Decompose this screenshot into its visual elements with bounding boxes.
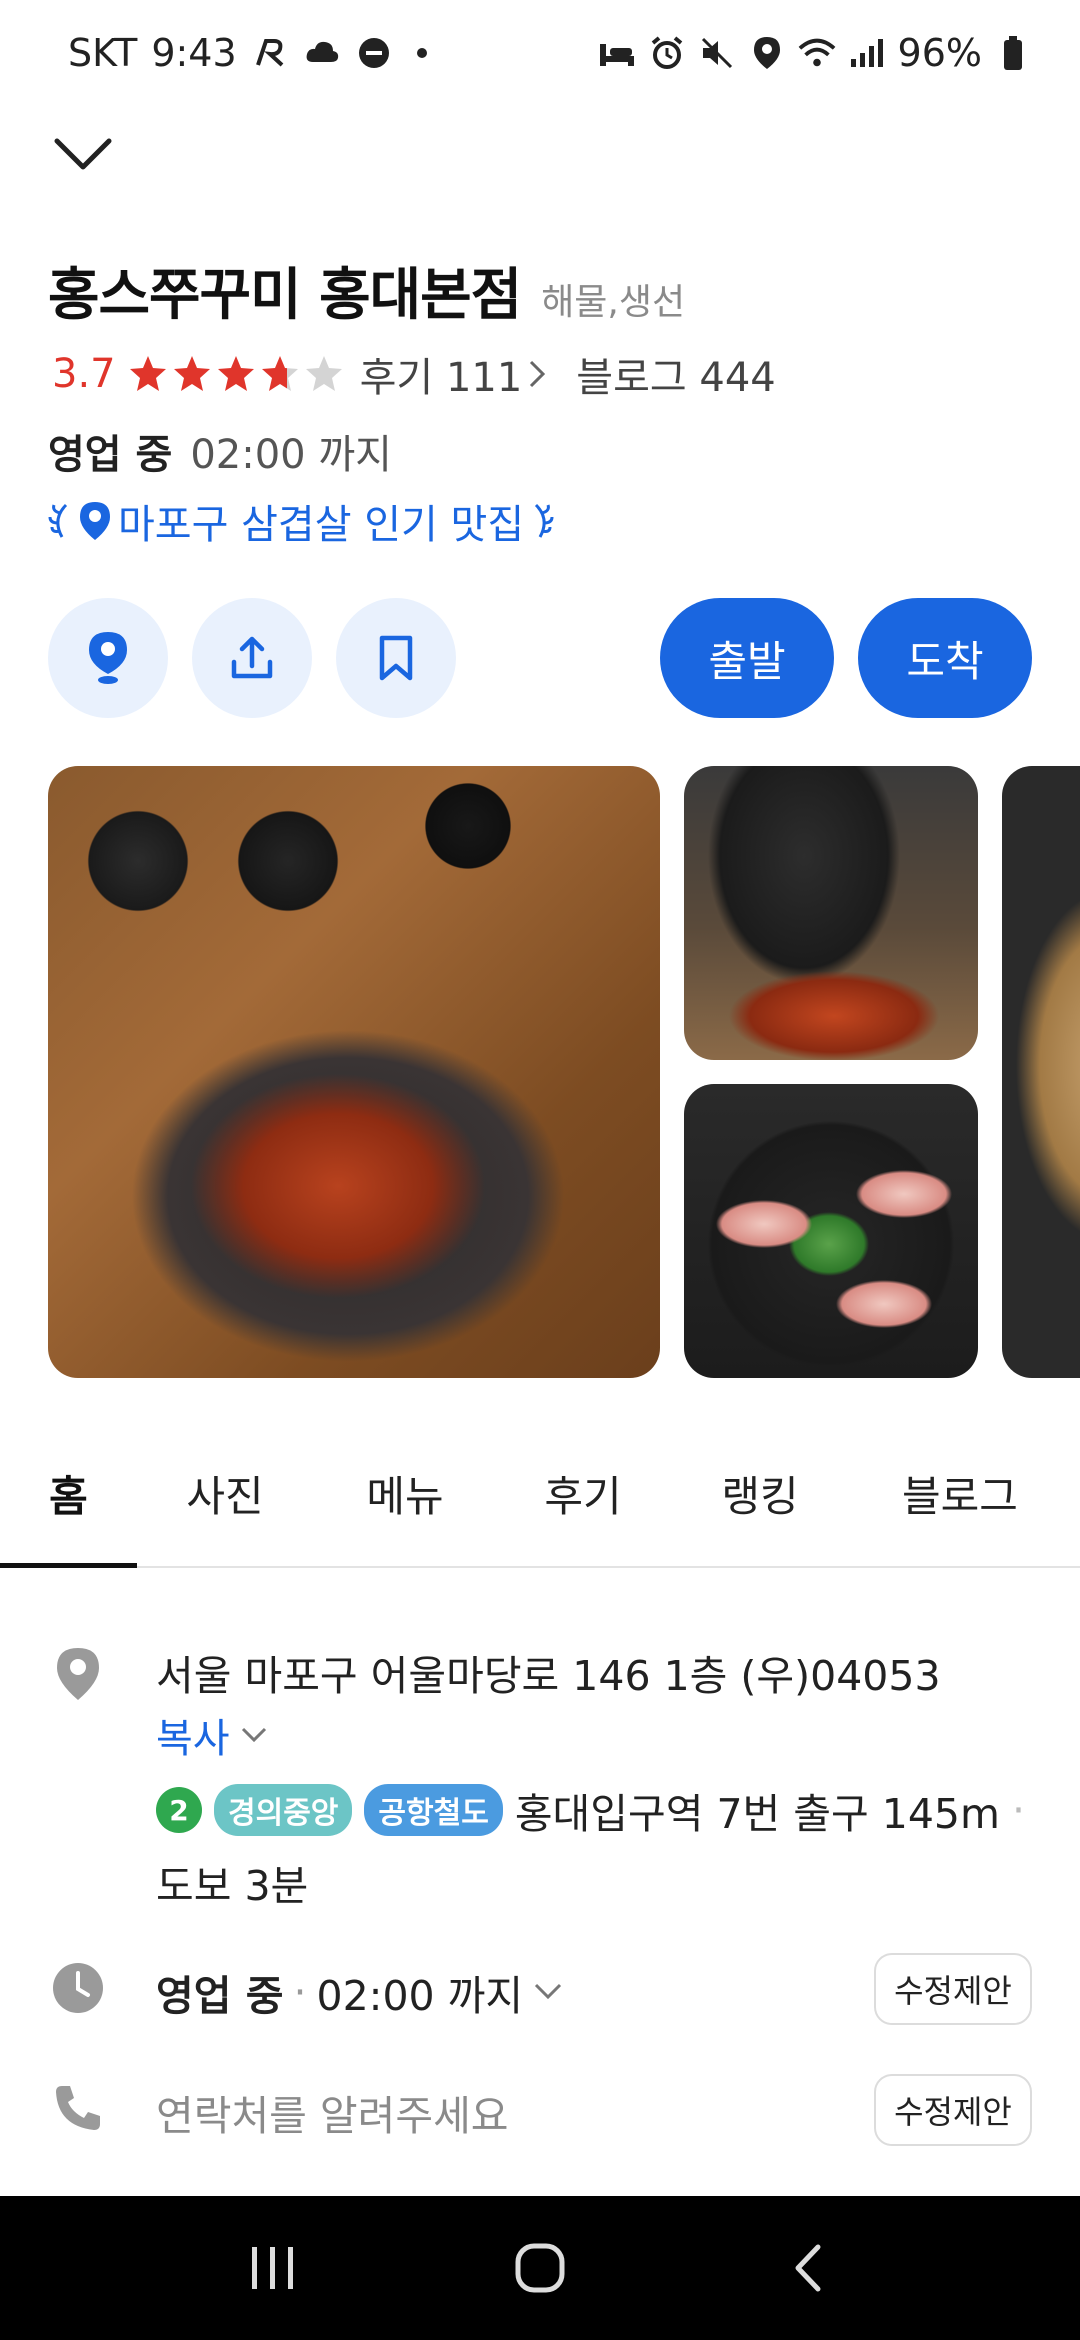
system-nav-bar bbox=[0, 2196, 1080, 2340]
map-pin-icon bbox=[89, 632, 127, 684]
place-category: 해물,생선 bbox=[541, 282, 686, 323]
review-label: 후기 111 bbox=[359, 355, 523, 401]
line-tag-airport: 공항철도 bbox=[364, 1784, 503, 1836]
wifi-icon bbox=[798, 34, 836, 72]
rating-row: 3.7 후기 111 블로그 444 bbox=[52, 345, 776, 403]
more-notifications-dot bbox=[416, 47, 427, 58]
share-button[interactable] bbox=[192, 598, 312, 718]
tab-reviews[interactable]: 후기 bbox=[518, 1418, 648, 1568]
tab-ranking[interactable]: 랭킹 bbox=[695, 1418, 825, 1568]
location-pin-icon bbox=[48, 1644, 108, 1704]
phone-icon bbox=[48, 2078, 108, 2138]
clock-icon bbox=[48, 1958, 108, 2018]
hours-open-status: 영업 중 bbox=[156, 1972, 284, 2020]
photo-thumb-3[interactable] bbox=[1002, 766, 1080, 1378]
mute-icon bbox=[698, 34, 736, 72]
hours-separator: · bbox=[293, 1968, 307, 2016]
award-badge[interactable]: 마포구 삼겹살 인기 맛집 bbox=[48, 492, 554, 550]
chevron-down-icon bbox=[54, 138, 112, 170]
dnd-icon bbox=[355, 34, 393, 72]
clock: 9:43 bbox=[151, 30, 237, 75]
signal-icon bbox=[848, 34, 886, 72]
tab-blog[interactable]: 블로그 bbox=[880, 1418, 1040, 1568]
chevron-right-icon bbox=[530, 360, 546, 388]
open-status: 영업 중 bbox=[48, 432, 173, 478]
chevron-down-icon bbox=[535, 1983, 562, 2000]
cloud-icon bbox=[303, 34, 341, 72]
laurel-left-icon bbox=[48, 503, 68, 538]
recents-icon bbox=[252, 2247, 294, 2289]
star-icon bbox=[129, 356, 166, 391]
collapse-button[interactable] bbox=[48, 125, 118, 185]
battery-icon bbox=[994, 34, 1032, 72]
close-time: 02:00 까지 bbox=[190, 432, 392, 478]
laurel-right-icon bbox=[535, 503, 554, 538]
app-notification-icon bbox=[251, 34, 289, 72]
share-icon bbox=[231, 636, 273, 679]
tab-bar: 홈 사진 메뉴 후기 랭킹 블로그 bbox=[0, 1418, 1080, 1568]
alarm-icon bbox=[648, 34, 686, 72]
chevron-down-icon bbox=[241, 1727, 266, 1743]
hours-until: 02:00 까지 bbox=[316, 1972, 524, 2020]
suggest-edit-hours-button[interactable]: 수정제안 bbox=[874, 1953, 1032, 2025]
star-icon bbox=[173, 356, 210, 391]
arrive-button[interactable]: 도착 bbox=[858, 598, 1032, 718]
separator-dot: · bbox=[1011, 1786, 1025, 1834]
tab-home[interactable]: 홈 bbox=[0, 1418, 137, 1568]
location-icon bbox=[748, 34, 786, 72]
sleep-icon bbox=[598, 34, 636, 72]
map-pin-icon bbox=[80, 502, 110, 540]
photo-thumb-2[interactable] bbox=[684, 1084, 978, 1378]
address-text: 서울 마포구 어울마당로 146 1층 (우)04053 bbox=[156, 1652, 941, 1700]
walk-time: 도보 3분 bbox=[156, 1862, 309, 1910]
hours-detail[interactable]: 영업 중 · 02:00 까지 bbox=[156, 1962, 563, 2022]
copy-label: 복사 bbox=[156, 1716, 230, 1762]
battery-level: 96% bbox=[897, 30, 982, 75]
back-button[interactable] bbox=[762, 2223, 852, 2313]
map-view-button[interactable] bbox=[48, 598, 168, 718]
status-bar: SKT 9:43 96% bbox=[0, 0, 1080, 105]
bookmark-icon bbox=[379, 635, 413, 681]
suggest-edit-phone-button[interactable]: 수정제안 bbox=[874, 2074, 1032, 2146]
home-button[interactable] bbox=[495, 2223, 585, 2313]
bookmark-button[interactable] bbox=[336, 598, 456, 718]
tab-menu[interactable]: 메뉴 bbox=[340, 1418, 470, 1568]
photo-thumb-1[interactable] bbox=[684, 766, 978, 1060]
place-header: 홍스쭈꾸미 홍대본점 해물,생선 bbox=[48, 250, 685, 331]
line-tag-gyeongui: 경의중앙 bbox=[214, 1784, 353, 1836]
place-title: 홍스쭈꾸미 홍대본점 bbox=[48, 263, 522, 328]
back-icon bbox=[795, 2244, 821, 2292]
subway-line-badge: 2 bbox=[156, 1787, 202, 1833]
tab-photos[interactable]: 사진 bbox=[160, 1418, 290, 1568]
review-link[interactable]: 후기 111 bbox=[360, 345, 547, 403]
transit-info: 2 경의중앙 공항철도 홍대입구역 7번 출구 145m · bbox=[156, 1780, 1025, 1840]
phone-placeholder[interactable]: 연락처를 알려주세요 bbox=[156, 2082, 509, 2142]
station-distance: 홍대입구역 7번 출구 145m bbox=[514, 1790, 1000, 1838]
star-icon bbox=[261, 356, 298, 391]
award-label: 마포구 삼겹살 인기 맛집 bbox=[118, 502, 525, 548]
home-icon bbox=[515, 2243, 565, 2293]
hours-summary: 영업 중 02:00 까지 bbox=[48, 422, 392, 480]
depart-button[interactable]: 출발 bbox=[660, 598, 834, 718]
copy-address-button[interactable]: 복사 bbox=[156, 1706, 268, 1764]
active-tab-indicator bbox=[0, 1563, 137, 1568]
rating-stars bbox=[128, 354, 344, 394]
recent-apps-button[interactable] bbox=[228, 2223, 318, 2313]
blog-link[interactable]: 블로그 444 bbox=[576, 345, 775, 403]
star-icon bbox=[305, 356, 342, 391]
photo-main[interactable] bbox=[48, 766, 660, 1378]
rating-value: 3.7 bbox=[52, 351, 116, 397]
carrier: SKT bbox=[68, 30, 138, 75]
star-icon bbox=[217, 356, 254, 391]
